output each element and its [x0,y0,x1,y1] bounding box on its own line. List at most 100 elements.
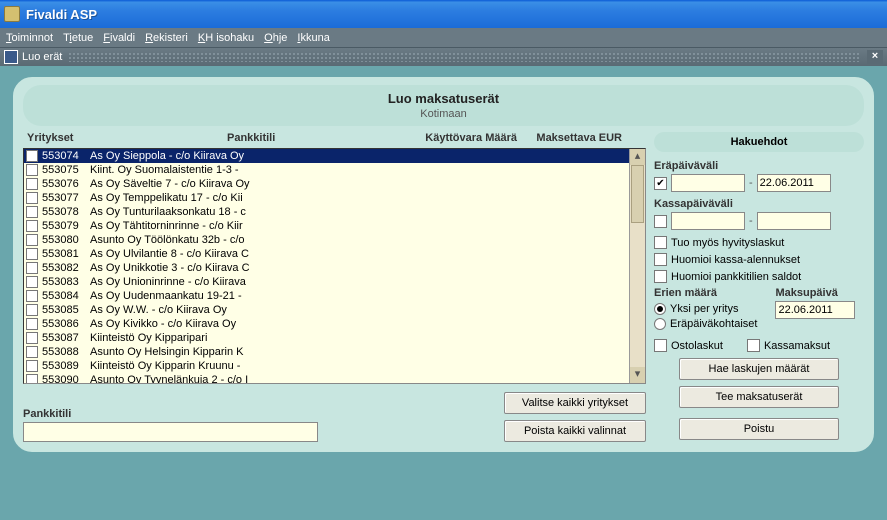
erapaiva-from-input[interactable] [671,174,745,192]
menu-ikkuna[interactable]: Ikkuna [297,32,329,44]
menubar: Toiminnot Tietue Fivaldi Rekisteri KH is… [0,28,887,48]
row-code: 553085 [42,304,90,316]
menu-toiminnot[interactable]: Toiminnot [6,32,53,44]
pankki-saldo-checkbox[interactable] [654,270,667,283]
list-item[interactable]: 553075Kiint. Oy Suomalaistentie 1-3 - [24,163,629,177]
kassapaiva-to-input[interactable] [757,212,831,230]
row-checkbox[interactable] [26,332,38,344]
row-code: 553089 [42,360,90,372]
row-checkbox[interactable] [26,248,38,260]
row-code: 553088 [42,346,90,358]
list-item[interactable]: 553082As Oy Unikkotie 3 - c/o Kiirava C [24,261,629,275]
window-title: Fivaldi ASP [26,7,97,22]
menu-ohje[interactable]: Ohje [264,32,287,44]
kassapaiva-from-input[interactable] [671,212,745,230]
list-item[interactable]: 553090Asunto Oy Tyynelänkuja 2 - c/o I [24,373,629,383]
row-checkbox[interactable] [26,206,38,218]
row-name: As Oy W.W. - c/o Kiirava Oy [90,304,627,316]
tee-maksatuserat-button[interactable]: Tee maksatuserät [679,386,839,408]
menu-kh-isohaku[interactable]: KH isohaku [198,32,254,44]
poistu-button[interactable]: Poistu [679,418,839,440]
erapaiva-to-input[interactable] [757,174,831,192]
ostolaskut-checkbox[interactable] [654,339,667,352]
row-code: 553083 [42,276,90,288]
scrollbar[interactable]: ▴ ▾ [629,149,645,383]
row-name: As Oy Uudenmaankatu 19-21 - [90,290,627,302]
hakuehdot-title: Hakuehdot [654,132,864,152]
menu-rekisteri[interactable]: Rekisteri [145,32,188,44]
hae-laskujen-button[interactable]: Hae laskujen määrät [679,358,839,380]
close-icon[interactable]: × [867,50,883,64]
hyvitys-checkbox[interactable] [654,236,667,249]
erapaiva-checkbox[interactable] [654,177,667,190]
row-checkbox[interactable] [26,374,38,383]
panel-header: Luo maksatuserät Kotimaan [23,85,864,126]
list-item[interactable]: 553081As Oy Ulvilantie 8 - c/o Kiirava C [24,247,629,261]
company-listbox[interactable]: 553074As Oy Sieppola - c/o Kiirava Oy553… [23,148,646,384]
list-item[interactable]: 553080Asunto Oy Töölönkatu 32b - c/o [24,233,629,247]
row-checkbox[interactable] [26,234,38,246]
list-item[interactable]: 553089Kiinteistö Oy Kipparin Kruunu - [24,359,629,373]
kassa-alennus-checkbox[interactable] [654,253,667,266]
menu-tietue[interactable]: Tietue [63,32,93,44]
select-all-button[interactable]: Valitse kaikki yritykset [504,392,646,414]
kassapaiva-checkbox[interactable] [654,215,667,228]
row-checkbox[interactable] [26,360,38,372]
maksupvm-label: Maksupäivä [775,287,864,299]
row-checkbox[interactable] [26,220,38,232]
row-name: Kiint. Oy Suomalaistentie 1-3 - [90,164,627,176]
radio-erapaivakohtaiset[interactable] [654,318,666,330]
row-name: Asunto Oy Töölönkatu 32b - c/o [90,234,627,246]
list-item[interactable]: 553084As Oy Uudenmaankatu 19-21 - [24,289,629,303]
row-code: 553077 [42,192,90,204]
main-panel: Luo maksatuserät Kotimaan Yritykset Pank… [12,76,875,453]
pankkitili-label: Pankkitili [23,408,318,420]
row-code: 553081 [42,248,90,260]
row-checkbox[interactable] [26,346,38,358]
row-checkbox[interactable] [26,304,38,316]
list-item[interactable]: 553086As Oy Kivikko - c/o Kiirava Oy [24,317,629,331]
row-code: 553086 [42,318,90,330]
list-item[interactable]: 553079As Oy Tähtitorninrinne - c/o Kiir [24,219,629,233]
window-titlebar: Fivaldi ASP [0,0,887,28]
row-checkbox[interactable] [26,150,38,162]
list-item[interactable]: 553077As Oy Temppelikatu 17 - c/o Kii [24,191,629,205]
maksupvm-input[interactable] [775,301,855,319]
list-item[interactable]: 553083As Oy Unioninrinne - c/o Kiirava [24,275,629,289]
remove-all-button[interactable]: Poista kaikki valinnat [504,420,646,442]
kassamaksut-checkbox[interactable] [747,339,760,352]
row-name: As Oy Tähtitorninrinne - c/o Kiir [90,220,627,232]
subwindow-header: Luo erät × [0,48,887,66]
row-code: 553074 [42,150,90,162]
row-name: As Oy Ulvilantie 8 - c/o Kiirava C [90,248,627,260]
radio-yksi-per-yritys[interactable] [654,303,666,315]
scroll-thumb[interactable] [631,165,644,223]
list-item[interactable]: 553087Kiinteistö Oy Kipparipari [24,331,629,345]
pankki-saldo-label: Huomioi pankkitilien saldot [671,271,801,283]
subwindow-title: Luo erät [22,51,62,63]
list-item[interactable]: 553074As Oy Sieppola - c/o Kiirava Oy [24,149,629,163]
scroll-track[interactable] [630,165,645,367]
row-checkbox[interactable] [26,262,38,274]
java-icon [4,6,20,22]
row-checkbox[interactable] [26,318,38,330]
row-name: As Oy Kivikko - c/o Kiirava Oy [90,318,627,330]
list-item[interactable]: 553088Asunto Oy Helsingin Kipparin K [24,345,629,359]
row-checkbox[interactable] [26,276,38,288]
panel-subtitle: Kotimaan [23,108,864,120]
row-name: Kiinteistö Oy Kipparipari [90,332,627,344]
list-item[interactable]: 553078As Oy Tunturilaaksonkatu 18 - c [24,205,629,219]
row-checkbox[interactable] [26,164,38,176]
pankkitili-input[interactable] [23,422,318,442]
row-checkbox[interactable] [26,192,38,204]
row-checkbox[interactable] [26,290,38,302]
dash-icon: - [749,177,753,189]
row-checkbox[interactable] [26,178,38,190]
scroll-up-icon[interactable]: ▴ [630,149,645,165]
list-item[interactable]: 553076As Oy Säveltie 7 - c/o Kiirava Oy [24,177,629,191]
list-item[interactable]: 553085As Oy W.W. - c/o Kiirava Oy [24,303,629,317]
col-maksettava: Maksettava EUR [517,132,642,144]
kassapaiva-label: Kassapäiväväli [654,198,864,210]
scroll-down-icon[interactable]: ▾ [630,367,645,383]
menu-fivaldi[interactable]: Fivaldi [103,32,135,44]
